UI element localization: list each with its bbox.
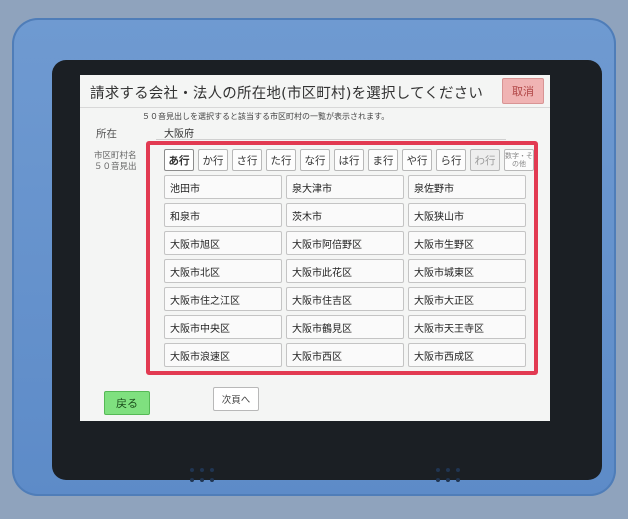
tab-a-row[interactable]: あ行	[164, 149, 194, 171]
tab-ta-row[interactable]: た行	[266, 149, 296, 171]
city-button[interactable]: 大阪市住之江区	[164, 287, 282, 311]
tab-ha-row[interactable]: は行	[334, 149, 364, 171]
city-button[interactable]: 大阪市生野区	[408, 231, 526, 255]
city-button[interactable]: 大阪市住吉区	[286, 287, 404, 311]
speaker-grille-right	[436, 468, 462, 484]
title-bar: 請求する会社・法人の所在地(市区町村)を選択してください 取消	[80, 75, 550, 108]
location-value: 大阪府	[164, 129, 194, 140]
city-list: 池田市 泉大津市 泉佐野市 和泉市 茨木市 大阪狭山市 大阪市旭区 大阪市阿倍野…	[164, 175, 534, 368]
city-name-label: 市区町村名 ５０音見出	[94, 151, 137, 173]
city-button[interactable]: 大阪市西区	[286, 343, 404, 367]
tab-ya-row[interactable]: や行	[402, 149, 432, 171]
city-button[interactable]: 大阪市北区	[164, 259, 282, 283]
tab-ma-row[interactable]: ま行	[368, 149, 398, 171]
tab-na-row[interactable]: な行	[300, 149, 330, 171]
city-button[interactable]: 大阪市鶴見区	[286, 315, 404, 339]
city-button[interactable]: 泉大津市	[286, 175, 404, 199]
next-page-button[interactable]: 次頁へ	[213, 387, 259, 411]
location-field: 大阪府	[156, 125, 506, 140]
tab-numbers-other[interactable]: 数字・その他	[504, 149, 534, 171]
city-button[interactable]: 大阪市西成区	[408, 343, 526, 367]
kana-tabs: あ行 か行 さ行 た行 な行 は行 ま行 や行 ら行 わ行 数字・その他	[164, 149, 534, 171]
city-button[interactable]: 大阪市天王寺区	[408, 315, 526, 339]
instruction-text: ５０音見出しを選択すると該当する市区町村の一覧が表示されます。	[142, 112, 390, 121]
city-button[interactable]: 大阪市此花区	[286, 259, 404, 283]
speaker-grille-left	[190, 468, 216, 484]
city-button[interactable]: 大阪狭山市	[408, 203, 526, 227]
cancel-button[interactable]: 取消	[502, 78, 544, 104]
location-label: 所在	[96, 128, 117, 140]
tab-ka-row[interactable]: か行	[198, 149, 228, 171]
city-button[interactable]: 大阪市城東区	[408, 259, 526, 283]
city-button[interactable]: 大阪市中央区	[164, 315, 282, 339]
city-button[interactable]: 池田市	[164, 175, 282, 199]
tab-sa-row[interactable]: さ行	[232, 149, 262, 171]
city-button[interactable]: 大阪市阿倍野区	[286, 231, 404, 255]
tab-wa-row[interactable]: わ行	[470, 149, 500, 171]
city-button[interactable]: 和泉市	[164, 203, 282, 227]
city-button[interactable]: 大阪市浪速区	[164, 343, 282, 367]
city-button[interactable]: 茨木市	[286, 203, 404, 227]
page-title: 請求する会社・法人の所在地(市区町村)を選択してください	[90, 86, 484, 102]
tab-ra-row[interactable]: ら行	[436, 149, 466, 171]
city-button[interactable]: 大阪市旭区	[164, 231, 282, 255]
city-label-line1: 市区町村名	[94, 151, 137, 161]
city-button[interactable]: 大阪市大正区	[408, 287, 526, 311]
back-button[interactable]: 戻る	[104, 391, 150, 415]
city-button[interactable]: 泉佐野市	[408, 175, 526, 199]
touch-screen: 請求する会社・法人の所在地(市区町村)を選択してください 取消 ５０音見出しを選…	[80, 75, 550, 421]
city-label-line2: ５０音見出	[94, 162, 137, 172]
